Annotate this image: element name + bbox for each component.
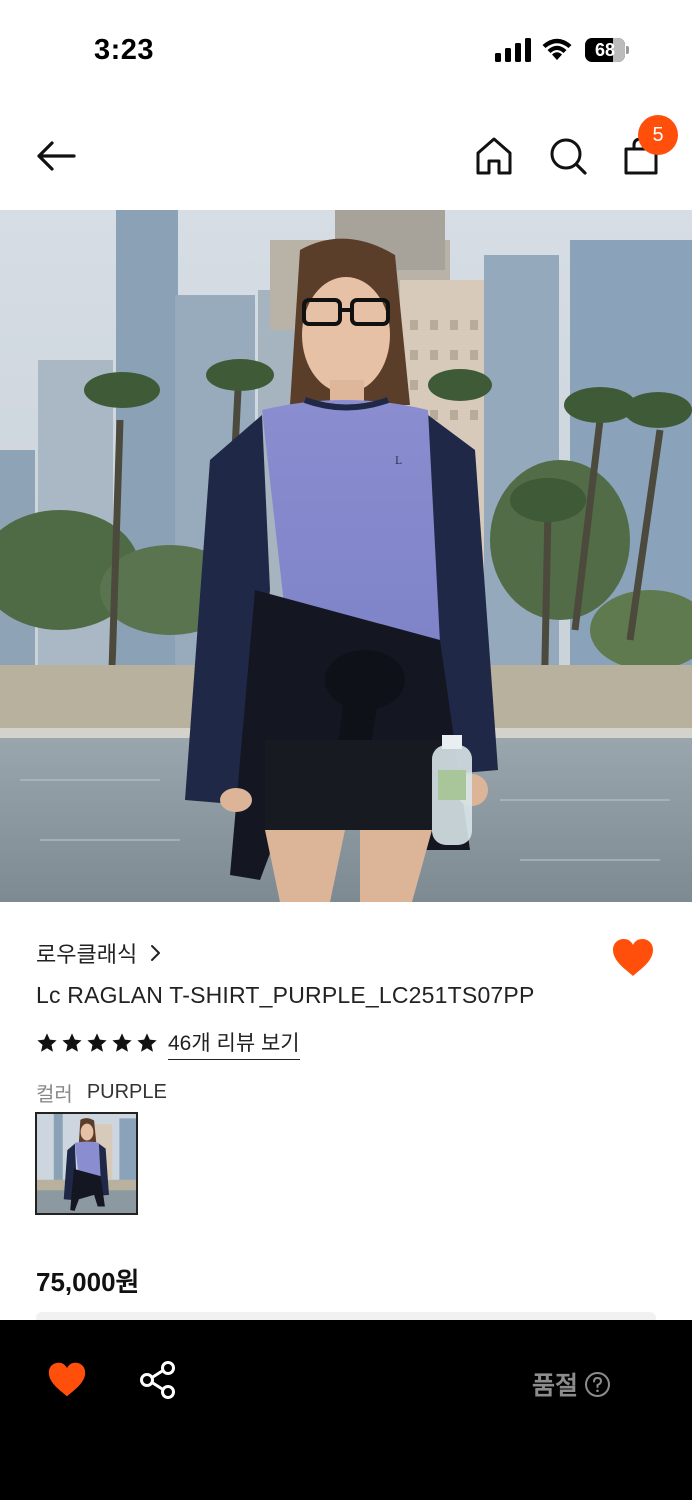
star-icon — [87, 1033, 107, 1052]
color-label: 컬러 — [36, 1084, 73, 1106]
status-icons: 68 — [495, 36, 640, 68]
battery-icon: 68 — [585, 38, 631, 62]
wishlist-heart-icon[interactable] — [610, 936, 656, 980]
back-button[interactable] — [34, 134, 78, 178]
product-price: 75,000원 — [36, 1267, 140, 1297]
share-icon[interactable] — [138, 1360, 178, 1400]
cellular-signal-icon — [495, 38, 531, 62]
heart-icon[interactable] — [46, 1360, 88, 1400]
star-icon — [137, 1033, 157, 1052]
question-circle-icon[interactable] — [584, 1371, 611, 1398]
home-button[interactable] — [472, 134, 516, 178]
star-icon — [37, 1033, 57, 1052]
svg-text:L: L — [395, 456, 402, 467]
status-time: 3:23 — [94, 34, 155, 66]
color-swatch-thumbnail[interactable] — [35, 1112, 138, 1215]
reviews-link[interactable]: 46개 리뷰 보기 — [168, 1027, 300, 1060]
star-icon — [112, 1033, 132, 1052]
color-value: PURPLE — [86, 1081, 167, 1103]
star-icon — [62, 1033, 82, 1052]
bottom-action-bar: 품절 — [0, 1320, 692, 1500]
home-icon — [476, 137, 512, 175]
status-bar: 3:23 68 — [0, 0, 692, 100]
cart-count-badge: 5 — [638, 115, 678, 155]
color-row: 컬러 PURPLE — [36, 1078, 167, 1107]
battery-level: 68 — [594, 40, 616, 60]
wifi-icon — [542, 38, 572, 60]
arrow-left-icon — [37, 141, 76, 171]
soldout-button[interactable]: 품절 — [532, 1366, 611, 1402]
rating-row: 46개 리뷰 보기 — [36, 1027, 300, 1060]
thumbnail-photo — [37, 1114, 136, 1213]
chevron-right-icon — [151, 945, 161, 961]
product-photo: L — [0, 210, 692, 902]
product-title: Lc RAGLAN T-SHIRT_PURPLE_LC251TS07PP — [36, 982, 535, 1008]
soldout-label: 품절 — [532, 1372, 579, 1400]
brand-link[interactable]: 로우클래식 — [36, 938, 163, 968]
rating-stars — [36, 1032, 158, 1054]
search-button[interactable] — [546, 134, 590, 178]
product-image[interactable]: L — [0, 210, 692, 902]
top-nav-bar — [0, 100, 692, 210]
search-icon — [550, 138, 587, 175]
brand-name: 로우클래식 — [36, 942, 138, 967]
section-divider — [36, 1312, 656, 1320]
